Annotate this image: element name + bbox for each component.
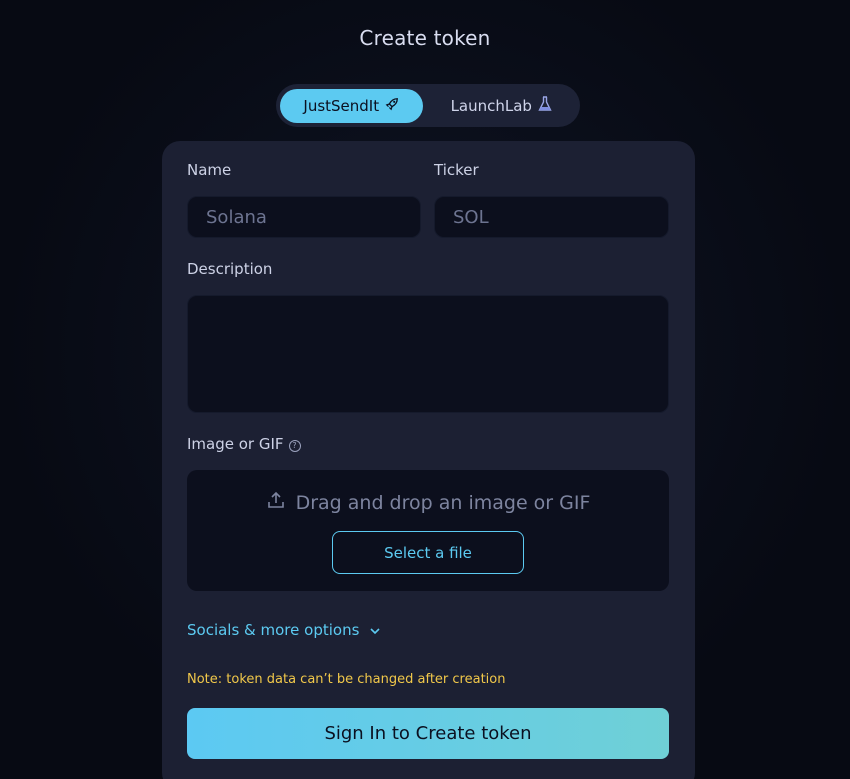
name-label: Name (187, 161, 232, 179)
sign-in-create-button[interactable]: Sign In to Create token (187, 708, 669, 759)
question-circle-icon[interactable]: ? (288, 439, 301, 452)
image-label-text: Image or GIF (187, 435, 284, 453)
name-placeholder: Solana (206, 206, 267, 228)
page: Create token JustSendIt LaunchLab Name T… (0, 0, 850, 779)
toggle-option-label: LaunchLab (450, 96, 532, 115)
create-token-form: Name Ticker Solana SOL Description Image… (162, 141, 695, 779)
creation-note: Note: token data can’t be changed after … (187, 672, 506, 687)
rocket-icon (385, 97, 399, 115)
toggle-option-justsendit[interactable]: JustSendIt (280, 88, 423, 123)
description-textarea[interactable] (187, 295, 669, 413)
socials-options-toggle[interactable]: Socials & more options (187, 621, 381, 639)
ticker-input[interactable]: SOL (434, 196, 669, 238)
image-label: Image or GIF? (187, 435, 301, 453)
toggle-option-label: JustSendIt (303, 96, 380, 115)
flask-icon (538, 95, 552, 116)
ticker-placeholder: SOL (453, 206, 489, 228)
dropzone-text: Drag and drop an image or GIF (295, 491, 591, 514)
toggle-option-launchlab[interactable]: LaunchLab (427, 89, 576, 123)
launch-type-toggle: JustSendIt LaunchLab (276, 84, 580, 127)
image-dropzone[interactable]: Drag and drop an image or GIF Select a f… (187, 470, 669, 591)
select-file-button[interactable]: Select a file (332, 531, 524, 574)
dropzone-prompt: Drag and drop an image or GIF (187, 490, 669, 515)
socials-options-label: Socials & more options (187, 621, 360, 639)
ticker-label: Ticker (434, 161, 479, 179)
page-title: Create token (359, 26, 491, 50)
chevron-down-icon (369, 621, 381, 639)
description-label: Description (187, 260, 273, 278)
name-input[interactable]: Solana (187, 196, 421, 238)
upload-icon (266, 490, 286, 515)
